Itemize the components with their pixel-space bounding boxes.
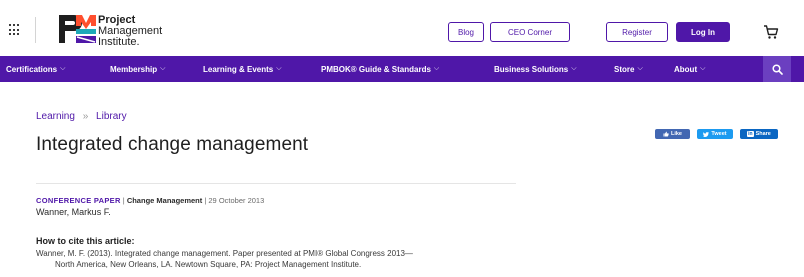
page-frame: Project Management Institute. Blog CEO C… (0, 0, 804, 277)
search-icon (771, 63, 783, 75)
search-button[interactable] (763, 56, 791, 82)
nav-item-label: Membership (110, 64, 158, 74)
top-header: Project Management Institute. Blog CEO C… (0, 0, 804, 62)
ceo-corner-button[interactable]: CEO Corner (490, 22, 570, 42)
linkedin-icon: in (747, 131, 754, 137)
nav-item-label: PMBOK® Guide & Standards (321, 64, 431, 74)
twitter-bird-icon (703, 131, 710, 137)
article-author: Wanner, Markus F. (36, 207, 111, 217)
linkedin-share-button[interactable]: in Share (740, 129, 778, 139)
nav-item-learning-events[interactable]: Learning & Events ⌵ (203, 56, 282, 82)
breadcrumb-separator: » (82, 111, 89, 122)
breadcrumb-learning[interactable]: Learning (36, 111, 75, 122)
breadcrumb-library[interactable]: Library (96, 111, 127, 122)
meta-separator: | (122, 196, 125, 205)
twitter-tweet-label: Tweet (711, 131, 727, 137)
logo-line-3: Institute. (98, 36, 140, 48)
chevron-down-icon: ⌵ (433, 65, 440, 72)
pmi-logo[interactable]: Project Management Institute. (56, 12, 176, 52)
nav-item-membership[interactable]: Membership ⌵ (110, 56, 165, 82)
facebook-like-button[interactable]: Like (655, 129, 690, 139)
meta-separator: | (204, 196, 207, 205)
header-divider (35, 17, 36, 43)
nav-item-label: Store (614, 64, 635, 74)
citation-line-1: Wanner, M. F. (2013). Integrated change … (36, 249, 413, 258)
nav-item-about[interactable]: About ⌵ (674, 56, 705, 82)
chevron-down-icon: ⌵ (276, 65, 282, 72)
nav-item-label: Business Solutions (494, 64, 569, 74)
chevron-down-icon: ⌵ (160, 65, 166, 72)
apps-grid-icon[interactable] (9, 24, 21, 36)
nav-item-label: Certifications (6, 64, 58, 74)
article-topic[interactable]: Change Management (127, 196, 202, 205)
breadcrumb: Learning » Library (36, 111, 127, 122)
main-nav: Certifications ⌵ Membership ⌵ Learning &… (0, 56, 804, 82)
article-meta: CONFERENCE PAPER | Change Management | 2… (36, 196, 264, 205)
thumbs-up-icon (663, 131, 669, 137)
nav-item-certifications[interactable]: Certifications ⌵ (6, 56, 65, 82)
article-type[interactable]: CONFERENCE PAPER (36, 196, 121, 205)
nav-item-business-solutions[interactable]: Business Solutions ⌵ (494, 56, 577, 82)
page-title: Integrated change management (36, 134, 309, 155)
nav-item-store[interactable]: Store ⌵ (614, 56, 643, 82)
chevron-down-icon: ⌵ (700, 65, 706, 72)
citation-line-2: North America, New Orleans, LA. Newtown … (55, 260, 362, 269)
chevron-down-icon: ⌵ (60, 65, 66, 72)
logo-wordmark: Project Management Institute. (98, 15, 162, 48)
nav-item-pmbok[interactable]: PMBOK® Guide & Standards ⌵ (321, 56, 439, 82)
linkedin-share-label: Share (755, 131, 771, 137)
facebook-like-label: Like (670, 131, 682, 137)
nav-item-label: Learning & Events (203, 64, 274, 74)
nav-item-label: About (674, 64, 698, 74)
twitter-tweet-button[interactable]: Tweet (697, 129, 733, 139)
citation-heading: How to cite this article: (36, 236, 135, 246)
cart-icon[interactable] (763, 24, 779, 40)
blog-button[interactable]: Blog (448, 22, 484, 42)
register-button[interactable]: Register (606, 22, 668, 42)
content-divider (36, 183, 516, 184)
chevron-down-icon: ⌵ (571, 65, 577, 72)
pmi-logo-icon (59, 15, 96, 43)
login-button[interactable]: Log In (676, 22, 730, 42)
article-date: 29 October 2013 (208, 196, 265, 205)
chevron-down-icon: ⌵ (637, 65, 643, 72)
